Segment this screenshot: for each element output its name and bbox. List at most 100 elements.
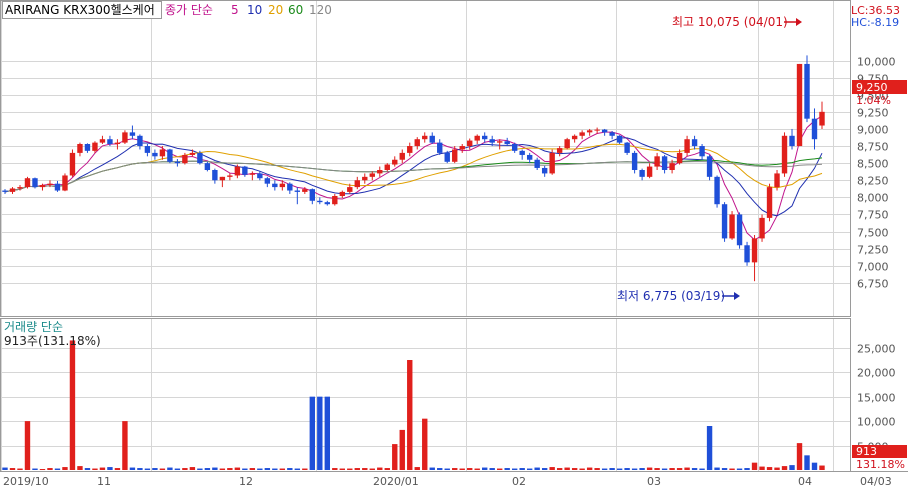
volume-bar bbox=[279, 468, 286, 470]
volume-bar bbox=[811, 462, 818, 470]
volume-bar bbox=[541, 468, 548, 470]
volume-bar bbox=[444, 468, 450, 470]
volume-bar bbox=[721, 468, 728, 470]
candle-body bbox=[422, 135, 428, 140]
volume-bar bbox=[534, 467, 540, 470]
volume-bar bbox=[369, 468, 375, 470]
candle-body bbox=[444, 152, 450, 162]
candle-body bbox=[661, 156, 668, 170]
volume-bar bbox=[586, 467, 593, 470]
candle bbox=[24, 176, 31, 189]
volume-bar bbox=[407, 360, 413, 470]
price-tick-label: 7,750 bbox=[857, 209, 889, 222]
volume-bar bbox=[601, 468, 608, 470]
volume-bar bbox=[249, 468, 256, 470]
volume-bar bbox=[347, 468, 353, 470]
candle-body bbox=[377, 170, 383, 174]
volume-bar bbox=[459, 468, 465, 470]
candle-body bbox=[609, 132, 615, 136]
candle-body bbox=[766, 187, 773, 218]
volume-bar bbox=[556, 468, 563, 470]
volume-bar bbox=[317, 396, 323, 470]
candle-body bbox=[369, 173, 375, 177]
volume-bar bbox=[384, 468, 390, 470]
volume-bar bbox=[77, 466, 83, 470]
volume-bar bbox=[129, 467, 136, 470]
candle bbox=[549, 149, 555, 175]
candle-body bbox=[54, 183, 61, 191]
candle-body bbox=[129, 132, 136, 136]
volume-bar bbox=[32, 468, 38, 470]
volume-bar bbox=[549, 467, 555, 470]
candle bbox=[721, 202, 728, 242]
candle-body bbox=[332, 196, 338, 205]
volume-bar bbox=[324, 396, 331, 470]
candle bbox=[32, 177, 38, 189]
volume-bar bbox=[227, 468, 233, 470]
candle-body bbox=[249, 173, 256, 175]
candle-body bbox=[384, 164, 390, 170]
candle-body bbox=[511, 144, 518, 151]
volume-bar bbox=[189, 467, 196, 470]
candle-body bbox=[736, 214, 743, 246]
volume-bar bbox=[39, 469, 46, 471]
volume-bar bbox=[234, 467, 241, 470]
candle-body bbox=[459, 146, 465, 150]
volume-bar bbox=[212, 467, 218, 470]
volume-bar bbox=[819, 465, 825, 470]
candle-body bbox=[601, 129, 608, 133]
candle-body bbox=[69, 152, 76, 176]
volume-bar bbox=[302, 468, 308, 470]
candle-body bbox=[706, 156, 713, 177]
candle-body bbox=[362, 176, 368, 181]
candle-body bbox=[624, 142, 630, 153]
volume-bar bbox=[496, 468, 503, 470]
volume-bar bbox=[272, 468, 278, 470]
volume-bar bbox=[332, 468, 338, 470]
volume-bar bbox=[309, 396, 316, 470]
candle-body bbox=[347, 187, 353, 192]
candle-body bbox=[234, 166, 241, 176]
volume-bar bbox=[482, 467, 488, 470]
candle-body bbox=[729, 214, 735, 239]
candle-body bbox=[496, 141, 503, 143]
candle-body bbox=[699, 146, 705, 157]
legend-ma120: 120 bbox=[309, 3, 332, 17]
candle-body bbox=[556, 148, 563, 153]
candle-body bbox=[654, 156, 660, 167]
candle-body bbox=[197, 152, 203, 164]
candle-body bbox=[467, 140, 473, 147]
volume-bar bbox=[159, 468, 166, 470]
candle-body bbox=[212, 170, 218, 181]
candle-body bbox=[616, 135, 623, 143]
volume-bar bbox=[354, 468, 360, 470]
candle-body bbox=[204, 163, 211, 170]
price-legend-label: 종가 단순 bbox=[165, 3, 213, 17]
candle-body bbox=[586, 130, 593, 133]
price-tick-label: 6,750 bbox=[857, 278, 889, 291]
candle-body bbox=[84, 144, 91, 151]
candle bbox=[714, 175, 720, 208]
volume-bar bbox=[759, 466, 765, 470]
candle bbox=[706, 154, 713, 181]
candle-body bbox=[9, 188, 16, 192]
candle bbox=[804, 55, 810, 123]
volume-bar bbox=[69, 340, 76, 470]
candle-body bbox=[796, 63, 803, 147]
date-label-04: 04 bbox=[798, 475, 812, 488]
volume-bar bbox=[781, 466, 788, 470]
volume-bar bbox=[137, 468, 143, 470]
legend-ma60: 60 bbox=[288, 3, 303, 17]
volume-bar bbox=[84, 468, 91, 470]
candle-body bbox=[294, 190, 301, 192]
volume-tick-label: 15,000 bbox=[857, 392, 896, 405]
candle-body bbox=[549, 152, 555, 174]
volume-bar bbox=[669, 468, 675, 470]
volume-bar bbox=[429, 467, 435, 470]
volume-tick-label: 25,000 bbox=[857, 343, 896, 356]
volume-bar bbox=[609, 468, 615, 470]
candle-body bbox=[287, 183, 293, 191]
volume-bar bbox=[2, 467, 8, 470]
candle-body bbox=[144, 146, 151, 153]
candle-body bbox=[354, 180, 360, 188]
